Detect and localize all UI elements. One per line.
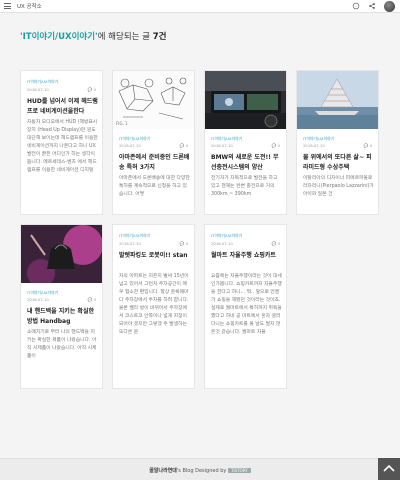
post-title[interactable]: 아마존에서 준비중인 드론배송 특허 3가지 [119,153,190,172]
results-suffix: 에 해당되는 글 [97,32,153,42]
post-title[interactable]: 월마트 자율주행 쇼핑카트 [211,251,282,261]
comment-count: 💬 0 [179,241,188,246]
footer-text: 꿀알나라연대's Blog Designed by TISTORY [0,467,400,474]
post-summary: 아마존에서 드론배송에 대한 다양한 특허를 계속적으로 신청을 하고 있습니다… [119,176,190,197]
comment-count-value: 0 [185,241,188,246]
post-category[interactable]: IT이야기/UX이야기 [211,136,242,142]
post-category[interactable]: IT이야기/UX이야기 [303,136,334,142]
share-icon[interactable] [368,2,376,10]
post-summary: 이탈리아의 디자이너 피에르파올로 라자리니(Pierpaolo Lazzari… [303,176,374,197]
comment-count-value: 0 [369,143,372,148]
post-card[interactable]: IT이야기/UX이야기 2018.07.10 💬 0 월마트 자율주행 쇼핑카트… [204,224,287,389]
post-title[interactable]: 물 위에서의 또다른 삶~ 피라미드형 수상주택 [303,153,374,172]
comment-count: 💬 0 [363,143,372,148]
car-dashboard-image [205,71,286,129]
post-card[interactable]: IT이야기/UX이야기 2018.07.10 💬 0 내 핸드백을 지키는 확실… [20,224,103,389]
chevron-up-icon [383,464,395,472]
handbag-image [21,225,102,283]
post-thumbnail[interactable] [297,71,378,129]
post-date: 2018.07.10 [211,143,233,148]
post-thumbnail[interactable] [21,225,102,283]
post-summary: 소매치기로 부터 나의 핸드백을 지키는 확실한 제품이 나왔습니다. 아직 시… [27,330,97,359]
post-summary: 요즘에는 자율주행이라는 것이 대세인가봅니다. 쇼핑카트까지 자율주행을 한다… [211,274,282,335]
footer-badge[interactable]: TISTORY [227,468,251,473]
results-query: 'IT이야기/UX이야기' [20,32,98,42]
comment-count: 💬 0 [271,241,280,246]
comment-count: 💬 0 [87,87,96,92]
post-title[interactable]: 내 핸드백을 지키는 확실한 방법 Handbag [27,307,98,326]
post-date: 2018.07.10 [211,241,233,246]
comment-count-value: 0 [93,87,96,92]
post-thumbnail[interactable]: FIG. 1 [113,71,194,129]
svg-text:FIG. 1: FIG. 1 [116,121,128,126]
post-title[interactable]: 발렛파킹도 로봇이!! stan [119,251,190,261]
footer: 꿀알나라연대's Blog Designed by TISTORY [0,458,400,480]
results-heading: 'IT이야기/UX이야기'에 해당되는 글 7건 [20,30,166,42]
post-date: 2018.07.10 [119,241,141,246]
post-category[interactable]: IT이야기/UX이야기 [119,136,150,142]
post-thumbnail[interactable] [205,71,286,129]
scroll-top-button[interactable] [378,458,400,480]
avatar[interactable] [384,1,395,12]
post-date: 2018.07.10 [27,87,49,92]
post-category[interactable]: IT이야기/UX이야기 [211,233,242,239]
footer-owner[interactable]: 꿀알나라연대 [149,468,177,474]
post-card[interactable]: IT이야기/UX이야기 2018.07.10 💬 0 물 위에서의 또다른 삶~… [296,70,379,215]
post-summary: 전기자가 자독적으로 발전을 하고 있고 현재는 완변 충전으로 거의 300k… [211,176,278,197]
site-title[interactable]: UX 공작소 [17,2,42,10]
comment-count: 💬 0 [87,297,96,302]
comment-count: 💬 0 [271,143,280,148]
post-category[interactable]: IT이야기/UX이야기 [27,79,58,85]
comment-count: 💬 0 [179,143,188,148]
post-category[interactable]: IT이야기/UX이야기 [119,233,150,239]
post-category[interactable]: IT이야기/UX이야기 [27,290,58,296]
comment-count-value: 0 [277,143,280,148]
pyramid-house-image [297,71,378,129]
post-title[interactable]: BMW의 새로운 도전!! 무선충전시스템의 양산 [211,153,282,172]
post-summary: 자동차 오디오에서 HUD (헤방표시장치 (Head Up Display)란… [27,120,98,173]
post-card[interactable]: IT이야기/UX이야기 2018.07.10 💬 0 BMW의 새로운 도전!!… [204,70,287,215]
comment-count-value: 0 [185,143,188,148]
post-card[interactable]: IT이야기/UX이야기 2018.07.10 💬 0 HUD를 넘어서 이제 헤… [20,70,103,215]
footer-designed-by: 's Blog Designed by [176,468,228,474]
comment-count-value: 0 [277,241,280,246]
top-bar: UX 공작소 [0,0,400,13]
menu-icon[interactable] [4,3,11,9]
comment-count-value: 0 [93,297,96,302]
drone-sketch-image: FIG. 1 [113,71,194,129]
post-date: 2018.07.10 [303,143,325,148]
post-date: 2018.07.10 [119,143,141,148]
post-title[interactable]: HUD를 넘어서 이제 헤드램프로 네비게이션을한다 [27,97,98,116]
post-date: 2018.07.10 [27,297,49,302]
results-count: 7건 [152,32,167,42]
compass-icon[interactable] [352,2,360,10]
post-card[interactable]: IT이야기/UX이야기 2018.07.10 💬 0 발렛파킹도 로봇이!! s… [112,224,195,389]
post-card[interactable]: FIG. 1 IT이야기/UX이야기 2018.07.10 💬 0 아마존에서 … [112,70,195,215]
post-summary: 자의 아파트는 지은지 벌써 15년이 넘고 있어서 그런지 주차공간이 매우 … [119,274,189,335]
